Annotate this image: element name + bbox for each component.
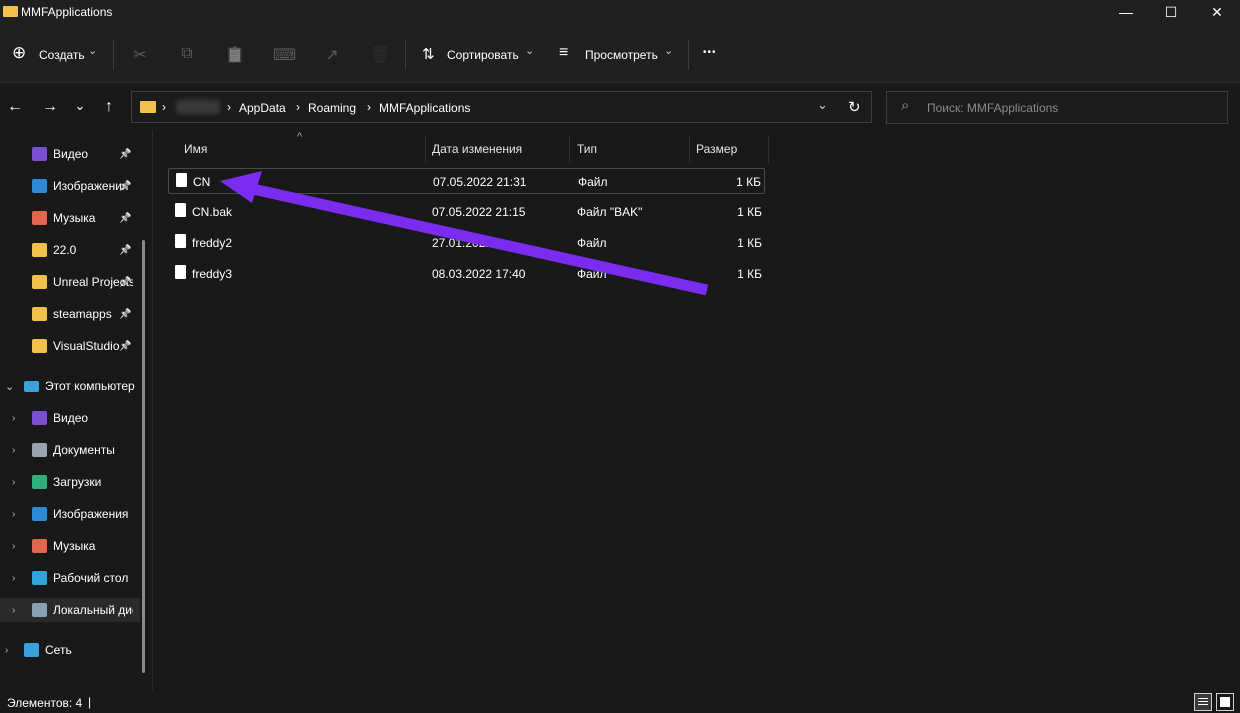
sidebar-item-label: Сеть	[45, 643, 72, 657]
quick-access-item[interactable]: steamapps 📌	[0, 302, 140, 326]
quick-access-item[interactable]: Музыка 📌	[0, 206, 140, 230]
details-view-icon	[1198, 698, 1208, 699]
computer-icon	[24, 380, 39, 392]
chevron-right-icon: ›	[12, 508, 16, 520]
sidebar-item-label: Локальный диск	[53, 603, 133, 617]
sidebar-item-network[interactable]: › Сеть	[0, 638, 140, 662]
music-icon	[32, 211, 47, 225]
sidebar-item[interactable]: › Локальный диск	[0, 598, 140, 622]
sidebar-item-label: Этот компьютер	[45, 379, 135, 393]
pictures-icon	[32, 179, 47, 193]
video-icon	[32, 147, 47, 161]
item-count: Элементов: 4	[7, 696, 83, 710]
quick-access-item[interactable]: Изображения 📌	[0, 174, 140, 198]
tiles-view-button[interactable]	[1216, 693, 1234, 711]
chevron-right-icon: ›	[12, 540, 16, 552]
chevron-right-icon: ›	[12, 412, 16, 424]
sidebar-item[interactable]: › Загрузки	[0, 470, 140, 494]
documents-icon	[32, 443, 47, 457]
sidebar-item-label: Документы	[53, 443, 115, 457]
pin-icon[interactable]: 📌	[119, 309, 131, 320]
chevron-right-icon: ›	[12, 444, 16, 456]
pin-icon[interactable]: 📌	[119, 213, 131, 224]
sidebar-item[interactable]: › Рабочий стол	[0, 566, 140, 590]
pin-icon[interactable]: 📌	[119, 245, 131, 256]
network-icon	[24, 643, 39, 657]
sidebar-item[interactable]: › Видео	[0, 406, 140, 430]
folder-icon	[32, 339, 47, 353]
arrow-shaft	[242, 181, 709, 296]
chevron-right-icon: ›	[12, 572, 16, 584]
sidebar-item[interactable]: › Изображения	[0, 502, 140, 526]
pin-icon[interactable]: 📌	[119, 341, 131, 352]
folder-icon	[32, 275, 47, 289]
sidebar-item-label: Рабочий стол	[53, 571, 129, 585]
chevron-down-icon: ⌄	[5, 380, 15, 393]
details-view-button[interactable]	[1194, 693, 1212, 711]
sidebar-item-label: Загрузки	[53, 475, 102, 489]
sidebar-item[interactable]: › Документы	[0, 438, 140, 462]
chevron-right-icon: ›	[5, 644, 9, 656]
pin-icon[interactable]: 📌	[119, 149, 131, 160]
quick-access-item[interactable]: Unreal Projects 📌	[0, 270, 140, 294]
pictures-icon	[32, 507, 47, 521]
sidebar-item-label: Видео	[53, 411, 89, 425]
downloads-icon	[32, 475, 47, 489]
pin-icon[interactable]: 📌	[119, 181, 131, 192]
status-divider: |	[88, 695, 92, 709]
chevron-right-icon: ›	[12, 604, 16, 616]
arrow-head	[220, 171, 262, 203]
drive-icon	[32, 603, 47, 617]
folder-icon	[32, 307, 47, 321]
pin-icon[interactable]: 📌	[119, 277, 131, 288]
quick-access-item[interactable]: Видео 📌	[0, 142, 140, 166]
video-icon	[32, 411, 47, 425]
music-icon	[32, 539, 47, 553]
status-bar	[0, 690, 1240, 713]
tiles-view-icon	[1220, 697, 1230, 707]
annotation-arrow	[220, 171, 709, 296]
sidebar-item[interactable]: › Музыка	[0, 534, 140, 558]
desktop-icon	[32, 571, 47, 585]
quick-access-item[interactable]: VisualStudio 📌	[0, 334, 140, 358]
sidebar-item-label: Изображения	[53, 507, 129, 521]
chevron-right-icon: ›	[12, 476, 16, 488]
sidebar-item-this-pc[interactable]: ⌄ Этот компьютер	[0, 374, 140, 398]
quick-access-item[interactable]: 22.0 📌	[0, 238, 140, 262]
sidebar-item-label: Музыка	[53, 539, 96, 553]
folder-icon	[32, 243, 47, 257]
